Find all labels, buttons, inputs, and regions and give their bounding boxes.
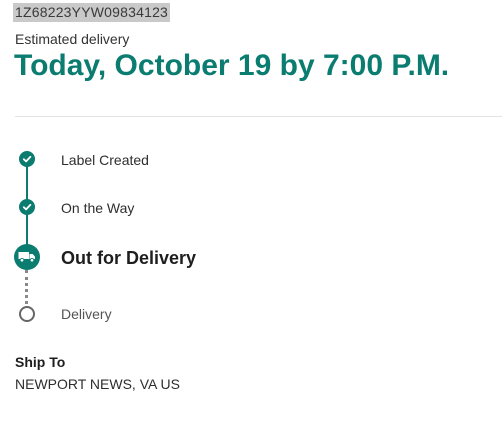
step-label: On the Way: [61, 200, 135, 216]
check-icon: [19, 151, 35, 167]
step-label: Label Created: [61, 152, 149, 168]
ship-to-address: NEWPORT NEWS, VA US: [15, 376, 180, 392]
estimated-delivery-label: Estimated delivery: [15, 31, 130, 47]
timeline-connector-3: [25, 270, 28, 304]
step-label: Out for Delivery: [61, 248, 197, 268]
ship-to-label: Ship To: [15, 354, 66, 370]
check-icon: [19, 199, 35, 215]
tracking-number[interactable]: 1Z68223YYW09834123: [13, 3, 171, 22]
timeline-connector-1: [26, 166, 28, 200]
timeline-connector-2: [26, 215, 28, 245]
step-label: Delivery: [61, 306, 112, 322]
divider: [15, 116, 502, 117]
estimated-delivery-value: Today, October 19 by 7:00 P.M.: [14, 49, 450, 82]
empty-circle-icon: [19, 306, 35, 322]
truck-icon: [14, 244, 40, 270]
